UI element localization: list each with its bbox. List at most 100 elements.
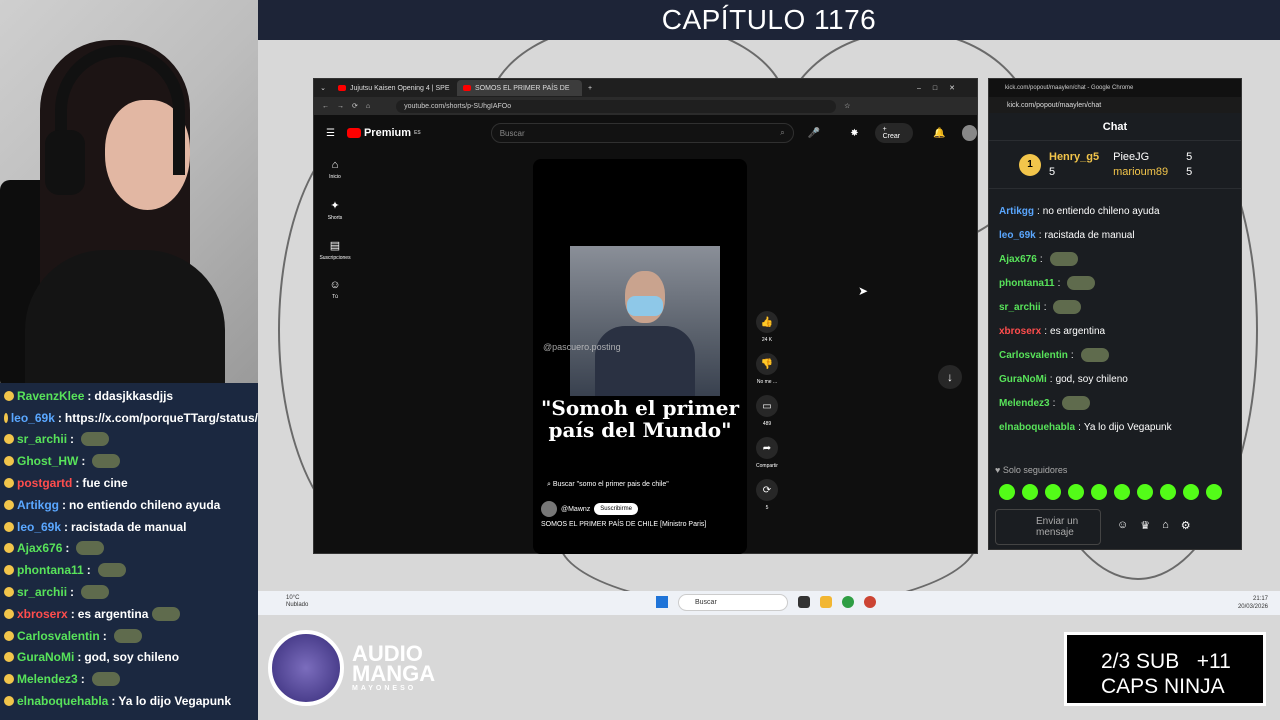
store-icon[interactable]: ⌂	[1162, 519, 1169, 532]
kick-username[interactable]: sr_archii	[999, 302, 1041, 313]
sidebar-item-t[interactable]: ☺ Tú	[320, 279, 350, 319]
youtube-logo[interactable]: Premium ES	[346, 127, 421, 139]
chat-username[interactable]: leo_69k	[11, 411, 55, 425]
start-icon[interactable]	[656, 596, 668, 608]
cast-icon[interactable]: ✸	[850, 128, 858, 139]
tab-search-icon[interactable]: ⌄	[314, 84, 332, 92]
chat-username[interactable]: xbroserx	[17, 607, 68, 621]
url-field[interactable]: youtube.com/shorts/p-SUhgIAFOo	[396, 99, 837, 113]
emote-icon[interactable]	[1137, 484, 1153, 500]
chat-badge-icon	[4, 587, 14, 598]
tab-somos[interactable]: SOMOS EL PRIMER PAÍS DE	[457, 80, 582, 96]
kick-username[interactable]: phontana11	[999, 278, 1055, 289]
rank-badge: 1	[1019, 153, 1041, 176]
kick-chat-line: Artikgg: no entiendo chileno ayuda	[999, 205, 1160, 217]
chat-username[interactable]: elnaboquehabla	[17, 694, 108, 708]
menu-icon[interactable]: ☰	[326, 128, 335, 139]
emote-icon[interactable]	[1206, 484, 1222, 500]
window-controls[interactable]: –□✕	[917, 84, 977, 92]
kick-username[interactable]: leo_69k	[999, 230, 1036, 241]
chat-emote-icon	[81, 432, 110, 447]
sidebar-item-label: Tú	[332, 294, 338, 300]
youtube-search-input[interactable]: Buscar ⌕	[490, 123, 794, 143]
kick-username[interactable]: Carlosvalentin	[999, 350, 1068, 361]
chrome-icon[interactable]	[842, 596, 854, 608]
weather-widget[interactable]: 10°C Nublado	[286, 595, 308, 609]
reload-icon[interactable]: ⟳	[352, 102, 358, 110]
kick-username[interactable]: Artikgg	[999, 206, 1034, 217]
comment-button[interactable]: ▭ 489	[751, 395, 783, 437]
leader-name[interactable]: Henry_g5	[1049, 151, 1099, 163]
tab-jujutsu[interactable]: Jujutsu Kaisen Opening 4 | SPE	[332, 80, 457, 96]
chat-username[interactable]: phontana11	[17, 563, 84, 577]
taskbar-clock[interactable]: 21:17 20/03/2026	[1238, 595, 1268, 611]
kick-url-field[interactable]: kick.com/popout/maaylen/chat	[989, 97, 1241, 113]
youtube-favicon-icon	[338, 85, 346, 91]
leader-name[interactable]: PieeJG	[1113, 151, 1168, 163]
emote-picker-icon[interactable]: ☺	[1117, 519, 1128, 532]
kick-username[interactable]: Melendez3	[999, 398, 1050, 409]
channel-avatar[interactable]	[541, 501, 557, 517]
chat-username[interactable]: RavenzKlee	[17, 389, 84, 403]
chat-username[interactable]: Carlosvalentin	[17, 629, 100, 643]
emote-icon[interactable]	[999, 484, 1015, 500]
taskbar-search-input[interactable]: Buscar	[678, 594, 788, 611]
chat-badge-icon	[4, 434, 14, 445]
short-video-player[interactable]: @pascuero.posting "Somoh el primer país d…	[533, 159, 747, 554]
like-button[interactable]: 👍 24 K	[751, 311, 783, 353]
settings-icon[interactable]: ⚙	[1181, 519, 1191, 532]
leader-name[interactable]: marioum89	[1113, 166, 1168, 178]
emote-icon[interactable]	[1114, 484, 1130, 500]
file-explorer-icon[interactable]	[820, 596, 832, 608]
mic-icon[interactable]: 🎤	[808, 128, 820, 139]
emote-icon[interactable]	[1091, 484, 1107, 500]
chat-username[interactable]: Melendez3	[17, 672, 78, 686]
channel-name[interactable]: @Mawnz	[561, 506, 590, 513]
search-suggestion[interactable]: ⌕ Buscar "somo el primer pais de chile"	[547, 481, 669, 489]
chat-username[interactable]: leo_69k	[17, 520, 61, 534]
sidebar-item-shorts[interactable]: ✦ Shorts	[320, 199, 350, 239]
emote-icon[interactable]	[1183, 484, 1199, 500]
share-button[interactable]: ➦ Compartir	[751, 437, 783, 479]
task-view-icon[interactable]	[798, 596, 810, 608]
sidebar-item-inicio[interactable]: ⌂ Inicio	[320, 159, 350, 199]
kick-username[interactable]: elnaboquehabla	[999, 422, 1075, 433]
chat-badge-icon	[4, 630, 14, 641]
subscribe-button[interactable]: Suscribirme	[594, 503, 638, 515]
forward-icon[interactable]: →	[337, 103, 344, 110]
emote-icon[interactable]	[1160, 484, 1176, 500]
notifications-icon[interactable]: 🔔	[933, 128, 945, 139]
kick-username[interactable]: Ajax676	[999, 254, 1037, 265]
chat-username[interactable]: Ajax676	[17, 541, 62, 555]
chat-username[interactable]: Artikgg	[17, 498, 59, 512]
remix-button[interactable]: ⟳ 5	[751, 479, 783, 521]
new-tab-icon[interactable]: +	[588, 85, 592, 92]
kick-username[interactable]: xbroserx	[999, 326, 1041, 337]
dislike-button[interactable]: 👎 No me ...	[751, 353, 783, 395]
chat-username[interactable]: sr_archii	[17, 585, 67, 599]
home-browser-icon[interactable]: ⌂	[366, 103, 370, 110]
create-button[interactable]: + Crear	[874, 123, 914, 143]
kick-message-input[interactable]: Enviar un mensaje	[995, 509, 1101, 545]
video-description: SOMOS EL PRIMER PAÍS DE CHILE [Ministro …	[541, 521, 707, 528]
chat-username[interactable]: sr_archii	[17, 432, 67, 446]
bookmark-icon[interactable]: ☆	[844, 102, 850, 110]
chat-username[interactable]: GuraNoMi	[17, 650, 74, 664]
gift-icon[interactable]: ♛	[1140, 519, 1150, 532]
avatar[interactable]	[961, 125, 977, 141]
kick-chat-line: xbroserx: es argentina	[999, 325, 1106, 337]
kick-username[interactable]: GuraNoMi	[999, 374, 1047, 385]
chat-username[interactable]: Ghost_HW	[17, 454, 78, 468]
next-short-icon[interactable]: ↓	[938, 365, 962, 389]
chat-username[interactable]: postgartd	[17, 476, 72, 490]
chat-message: https://x.com/porqueTTarg/status/	[64, 410, 258, 425]
emote-icon[interactable]	[1068, 484, 1084, 500]
sidebar-item-suscripciones[interactable]: ▤ Suscripciones	[319, 239, 350, 279]
back-icon[interactable]: ←	[322, 103, 329, 110]
audio-manga-emblem	[268, 630, 344, 706]
emote-icon[interactable]	[1045, 484, 1061, 500]
search-icon[interactable]: ⌕	[780, 128, 784, 138]
emote-icon[interactable]	[1022, 484, 1038, 500]
app-icon[interactable]	[864, 596, 876, 608]
taskbar-apps	[798, 596, 876, 608]
